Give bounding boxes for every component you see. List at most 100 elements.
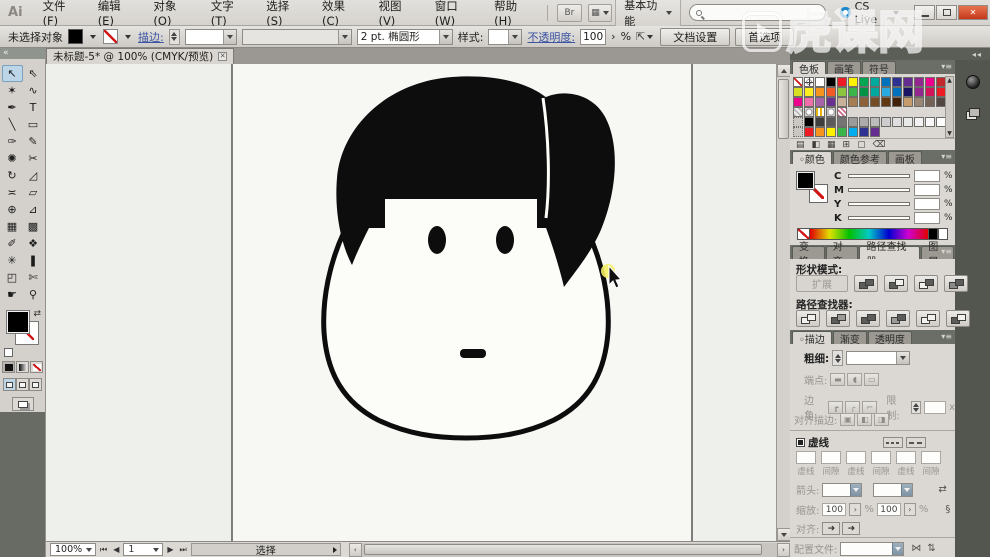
last-artboard-button[interactable]: ⏭ [178, 545, 189, 555]
panel-menu-icon[interactable]: ▾≡ [941, 152, 952, 161]
align-stroke-button[interactable]: ◧ [857, 413, 872, 426]
tool-rectangle[interactable]: ▭ [23, 116, 44, 133]
graphic-style-combo[interactable] [488, 29, 522, 45]
panel-tab[interactable]: 色板 [792, 61, 826, 74]
color-swatch[interactable] [914, 97, 924, 107]
stroke-panel-link[interactable]: 描边: [138, 29, 164, 45]
shape-mode-button-minus-front[interactable] [884, 275, 908, 292]
menu-item[interactable]: 文件(F) [33, 0, 88, 26]
color-swatch[interactable] [826, 77, 836, 87]
dash-preserve-button[interactable] [883, 437, 903, 448]
color-swatch[interactable] [881, 97, 891, 107]
tool-line-segment[interactable]: ╲ [2, 116, 23, 133]
color-swatch[interactable] [892, 77, 902, 87]
arrowhead-start-combo[interactable] [822, 483, 862, 497]
panel-tab[interactable]: 透明度 [868, 331, 912, 344]
close-document-icon[interactable]: ✕ [218, 52, 227, 61]
stroke-weight-stepper[interactable] [169, 29, 180, 45]
color-swatch[interactable] [848, 117, 858, 127]
tool-scale[interactable]: ◿ [23, 167, 44, 184]
color-swatch[interactable] [837, 87, 847, 97]
color-swatch[interactable] [804, 117, 814, 127]
arrow-align-button[interactable]: ➜ [842, 522, 860, 535]
tool-pen[interactable]: ✒ [2, 99, 23, 116]
color-swatch[interactable] [815, 117, 825, 127]
dash-value-field[interactable] [921, 451, 941, 464]
color-swatch[interactable] [925, 77, 935, 87]
scale-end-field[interactable]: 100 [877, 503, 901, 516]
color-swatch[interactable] [903, 87, 913, 97]
none-mode-button[interactable] [30, 361, 43, 373]
tool-width[interactable]: ≍ [2, 184, 23, 201]
color-swatch[interactable] [837, 117, 847, 127]
pathfinder-button-divide[interactable] [796, 310, 820, 327]
left-eye-shape[interactable] [428, 226, 446, 254]
previous-artboard-button[interactable]: ◀ [111, 545, 121, 554]
swatch-button-show-swatch-kinds[interactable]: ▦ [827, 140, 836, 150]
tool-scissors[interactable]: ✂ [23, 150, 44, 167]
panel-tab[interactable]: 变换 [792, 246, 825, 259]
color-swatch[interactable] [826, 97, 836, 107]
color-mode-button[interactable] [2, 361, 15, 373]
restore-button[interactable] [936, 5, 957, 20]
color-swatch[interactable] [859, 117, 869, 127]
scroll-up-button[interactable] [777, 64, 791, 77]
mouth-shape[interactable] [460, 349, 486, 358]
panel-tab[interactable]: 画板 [888, 151, 922, 164]
color-swatch[interactable] [925, 97, 935, 107]
dashed-line-checkbox[interactable] [796, 438, 805, 447]
weight-stepper[interactable] [832, 350, 843, 366]
tool-gradient[interactable]: ▩ [23, 218, 44, 235]
vertical-scroll-thumb[interactable] [778, 79, 789, 139]
color-swatch[interactable] [870, 87, 880, 97]
next-artboard-button[interactable]: ▶ [165, 545, 175, 554]
dash-value-field[interactable] [896, 451, 916, 464]
tool-slice[interactable]: ✄ [23, 269, 44, 286]
pathfinder-button-merge[interactable] [856, 310, 880, 327]
arrowhead-end-combo[interactable] [873, 483, 913, 497]
tool-magic-wand[interactable]: ✶ [2, 82, 23, 99]
draw-normal-button[interactable] [3, 378, 16, 391]
status-display[interactable]: 选择 [191, 543, 341, 556]
cap-button[interactable]: ▭ [864, 373, 879, 386]
menu-item[interactable]: 编辑(E) [88, 0, 144, 26]
color-swatch[interactable] [826, 107, 836, 117]
swatch-button-kuler[interactable]: ◧ [812, 140, 821, 150]
color-swatch[interactable] [870, 97, 880, 107]
color-swatch[interactable] [815, 127, 825, 137]
tool-paintbrush[interactable]: ✑ [2, 133, 23, 150]
color-swatch[interactable] [870, 77, 880, 87]
channel-slider[interactable] [848, 174, 910, 178]
color-swatch[interactable] [848, 87, 858, 97]
search-input[interactable] [689, 4, 826, 21]
select-similar-button[interactable]: ⇱ [636, 30, 655, 43]
swap-fill-stroke-icon[interactable]: ⇄ [33, 309, 41, 319]
weight-combo[interactable] [846, 351, 910, 365]
pathfinder-button-crop[interactable] [886, 310, 910, 327]
scale-end-spinner[interactable]: › [904, 503, 916, 516]
tool-free-transform[interactable]: ▱ [23, 184, 44, 201]
color-swatch[interactable] [837, 127, 847, 137]
draw-behind-button[interactable] [16, 378, 29, 391]
shape-mode-button-unite[interactable] [854, 275, 878, 292]
width-profile-combo[interactable] [840, 542, 904, 556]
color-swatch[interactable] [914, 77, 924, 87]
stroke-weight-combo[interactable] [185, 29, 237, 45]
tool-rotate[interactable]: ↻ [2, 167, 23, 184]
tool-eyedropper[interactable]: ✐ [2, 235, 23, 252]
opacity-flyout[interactable]: › [611, 30, 615, 43]
channel-value-field[interactable] [914, 212, 940, 224]
panel-tab[interactable]: 符号 [862, 61, 896, 74]
color-swatch[interactable] [804, 127, 814, 137]
swatch-button-swatch-libraries[interactable]: ▤ [796, 140, 805, 150]
width-profile-combo[interactable] [242, 29, 352, 45]
tool-blend[interactable]: ❖ [23, 235, 44, 252]
color-swatch[interactable] [804, 97, 814, 107]
fill-color-swatch[interactable] [68, 29, 83, 44]
dash-value-field[interactable] [846, 451, 866, 464]
color-swatch[interactable] [826, 127, 836, 137]
color-swatch[interactable] [859, 97, 869, 107]
dash-value-field[interactable] [871, 451, 891, 464]
panel-tab[interactable]: 路径查找器 [859, 246, 920, 259]
panel-tab[interactable]: 颜色参考 [833, 151, 887, 164]
